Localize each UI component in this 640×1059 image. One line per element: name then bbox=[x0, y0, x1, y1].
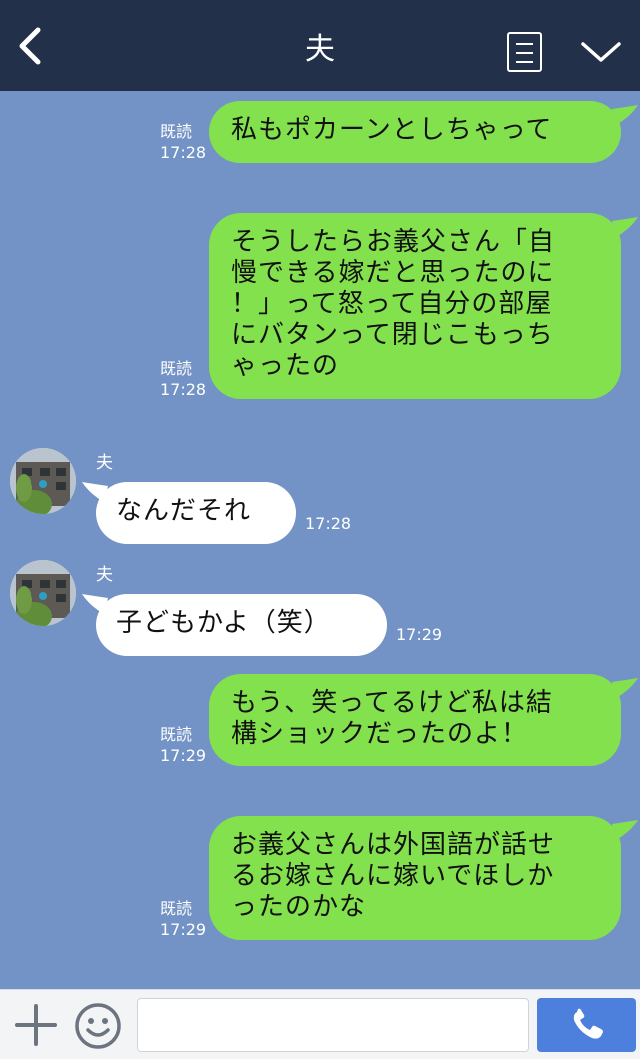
message-time: 17:29 bbox=[160, 920, 207, 939]
call-button[interactable] bbox=[537, 998, 636, 1052]
input-bar bbox=[0, 989, 640, 1059]
avatar-image bbox=[10, 560, 76, 626]
list-menu-icon bbox=[516, 43, 533, 45]
message-text: 私もポカーンとしちゃって bbox=[231, 115, 553, 145]
message-input[interactable] bbox=[137, 998, 529, 1052]
message-time: 17:28 bbox=[160, 143, 207, 162]
bubble-tail bbox=[612, 678, 638, 698]
message-bubble[interactable]: 私もポカーンとしちゃって bbox=[209, 101, 621, 163]
message-text: そうしたらお義父さん「自 bbox=[231, 227, 556, 257]
read-receipt: 既読 17:28 bbox=[160, 358, 206, 400]
message-text: るお嫁さんに嫁いでほしか bbox=[231, 861, 555, 891]
smiley-icon bbox=[75, 1003, 121, 1049]
bubble-tail bbox=[612, 820, 638, 840]
message-text: 子どもかよ（笑） bbox=[116, 608, 331, 638]
sender-name: 夫 bbox=[96, 565, 113, 585]
phone-icon bbox=[573, 1008, 603, 1039]
message-text: ゃったの bbox=[231, 351, 340, 381]
read-receipt: 既読 17:28 bbox=[160, 121, 206, 163]
message-bubble[interactable]: そうしたらお義父さん「自 慢できる嫁だと思ったのに ！」って怒って自分の部屋 に… bbox=[209, 213, 621, 399]
message-bubble[interactable]: お義父さんは外国語が話せ るお嫁さんに嫁いでほしか ったのかな bbox=[209, 816, 621, 940]
chat-header: 夫 bbox=[0, 0, 640, 91]
avatar[interactable] bbox=[10, 560, 76, 626]
message-text: もう、笑ってるけど私は結 bbox=[231, 688, 553, 718]
bubble-tail bbox=[612, 105, 638, 125]
read-label: 既読 bbox=[160, 359, 193, 378]
message-time: 17:28 bbox=[305, 514, 352, 533]
message-text: お義父さんは外国語が話せ bbox=[231, 830, 556, 860]
sticker-button[interactable] bbox=[73, 1001, 123, 1051]
read-label: 既読 bbox=[160, 725, 193, 744]
message-bubble[interactable]: 子どもかよ（笑） bbox=[96, 594, 387, 656]
message-bubble[interactable]: もう、笑ってるけど私は結 構ショックだったのよ！ bbox=[209, 674, 621, 766]
chat-area[interactable]: 既読 17:28 私もポカーンとしちゃって 既読 17:28 そうしたらお義父さ… bbox=[0, 91, 640, 989]
message-text: 慢できる嫁だと思ったのに bbox=[231, 258, 555, 288]
read-receipt: 既読 17:29 bbox=[160, 898, 206, 940]
avatar[interactable] bbox=[10, 448, 76, 514]
read-label: 既読 bbox=[160, 122, 193, 141]
message-text: ったのかな bbox=[231, 892, 367, 922]
message-text: 構ショックだったのよ！ bbox=[231, 719, 529, 749]
chevron-left-icon bbox=[19, 27, 41, 65]
message-time: 17:29 bbox=[396, 625, 443, 644]
sender-name: 夫 bbox=[96, 453, 113, 473]
collapse-button[interactable] bbox=[575, 30, 627, 70]
chat-title: 夫 bbox=[305, 32, 335, 67]
avatar-image bbox=[10, 448, 76, 514]
message-text: ！」って怒って自分の部屋 bbox=[231, 289, 553, 319]
plus-icon bbox=[15, 1004, 57, 1046]
message-text: なんだそれ bbox=[116, 496, 252, 526]
back-button[interactable] bbox=[6, 22, 54, 70]
read-label: 既読 bbox=[160, 899, 193, 918]
chevron-down-icon bbox=[581, 42, 621, 62]
message-text: にバタンって閉じこもっち bbox=[231, 320, 554, 350]
menu-button[interactable] bbox=[507, 32, 542, 72]
read-receipt: 既読 17:29 bbox=[160, 724, 206, 766]
message-time: 17:29 bbox=[160, 746, 207, 765]
message-time: 17:28 bbox=[160, 380, 207, 399]
add-button[interactable] bbox=[13, 1002, 59, 1048]
bubble-tail bbox=[612, 217, 638, 237]
message-bubble[interactable]: なんだそれ bbox=[96, 482, 296, 544]
